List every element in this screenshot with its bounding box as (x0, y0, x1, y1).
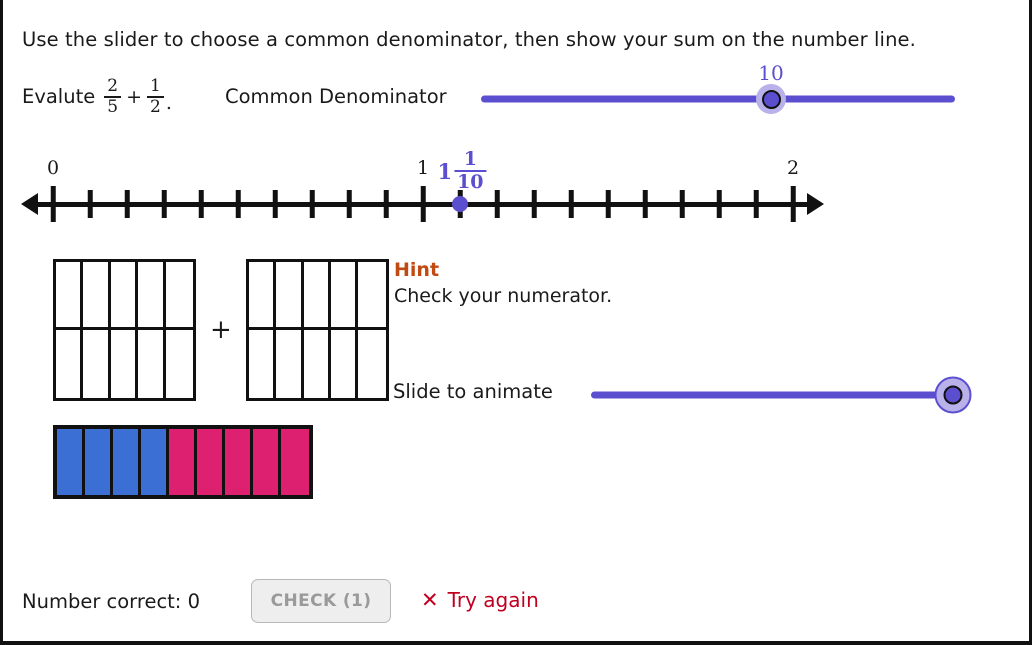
number-line-tick (235, 190, 241, 218)
animate-slider-handle[interactable] (934, 376, 972, 414)
grid-operator: + (209, 315, 232, 345)
fraction-grid-cell[interactable] (138, 330, 166, 398)
number-line-tick (87, 190, 93, 218)
fraction-grid-second[interactable] (245, 259, 389, 401)
number-line-tick (50, 186, 56, 222)
number-line-tick (753, 190, 759, 218)
common-denominator-slider-handle[interactable] (756, 84, 786, 114)
fraction-grid-cell[interactable] (276, 262, 304, 330)
number-line-tick (309, 190, 315, 218)
animate-slider-knob[interactable] (943, 385, 963, 405)
common-denominator-value: 10 (758, 61, 784, 85)
fraction-b-denominator: 2 (149, 96, 161, 117)
number-line-tick-label: 2 (786, 157, 800, 179)
arrow-right-icon (807, 193, 824, 215)
fraction-grid-cell[interactable] (358, 330, 386, 398)
result-bar-segment (225, 429, 253, 495)
result-bar (53, 425, 313, 499)
number-line-tick (716, 190, 722, 218)
problem-expression: Evalute 2 5 + 1 2 . (22, 78, 172, 116)
fraction-grid-cell[interactable] (248, 262, 277, 330)
fraction-grid-first[interactable] (53, 259, 196, 401)
common-denominator-slider-track[interactable] (481, 95, 955, 103)
fraction-b-numerator: 1 (149, 76, 161, 96)
animate-slider-track[interactable] (591, 391, 949, 399)
number-line-tick (642, 190, 648, 218)
fraction-grid-cell[interactable] (165, 330, 193, 398)
number-line-tick (124, 190, 130, 218)
fraction-grid-cell[interactable] (330, 330, 359, 398)
feedback-text: Try again (447, 588, 539, 612)
activity-canvas: Use the slider to choose a common denomi… (0, 0, 1032, 645)
marker-denominator: 10 (457, 171, 484, 193)
close-icon: ✕ (421, 587, 439, 612)
number-line-tick (161, 190, 167, 218)
number-line[interactable]: 0 1 2 1 1 10 (3, 150, 1032, 230)
feedback-message: ✕ Try again (421, 588, 539, 612)
fraction-a: 2 5 (104, 76, 122, 117)
animate-slider-label: Slide to animate (393, 380, 553, 403)
number-line-tick (494, 190, 500, 218)
result-bar-segment (253, 429, 281, 495)
fraction-grid-cell[interactable] (330, 262, 359, 330)
number-line-tick (383, 190, 389, 218)
fraction-grid-cell[interactable] (110, 330, 139, 398)
animate-slider[interactable] (591, 376, 972, 414)
marker-whole: 1 (437, 158, 453, 184)
problem-terminator: . (165, 91, 172, 114)
fraction-grid-cell[interactable] (56, 262, 84, 330)
common-denominator-slider-knob[interactable] (761, 89, 781, 109)
fraction-grid-cell[interactable] (110, 262, 139, 330)
number-line-tick-label: 1 (416, 157, 430, 179)
prompt-text: Use the slider to choose a common denomi… (22, 28, 916, 51)
hint-title: Hint (394, 259, 440, 281)
arrow-left-icon (21, 193, 38, 215)
fraction-grid-cell[interactable] (138, 262, 166, 330)
result-bar-segment (57, 429, 85, 495)
fraction-grid-cell[interactable] (358, 262, 386, 330)
result-bar-segment (197, 429, 225, 495)
number-line-tick (198, 190, 204, 218)
number-line-marker-dot[interactable] (452, 196, 468, 212)
result-bar-segment (113, 429, 141, 495)
fraction-grid-cell[interactable] (303, 330, 331, 398)
number-line-tick (420, 186, 426, 222)
number-line-tick (568, 190, 574, 218)
fraction-b: 1 2 (146, 76, 164, 117)
fraction-grid-cell[interactable] (248, 330, 277, 398)
common-denominator-label: Common Denominator (225, 85, 447, 108)
problem-lead-text: Evalute (22, 85, 96, 109)
fraction-a-denominator: 5 (107, 96, 119, 117)
fraction-grid-cell[interactable] (83, 330, 111, 398)
score-text: Number correct: 0 (22, 590, 200, 613)
fraction-grid-cell[interactable] (165, 262, 193, 330)
hint-body: Check your numerator. (394, 285, 613, 307)
result-bar-segment (169, 429, 197, 495)
number-line-tick (790, 186, 796, 222)
number-line-tick (272, 190, 278, 218)
marker-numerator: 1 (463, 148, 477, 170)
number-line-tick-label: 0 (46, 157, 60, 179)
result-bar-segment (141, 429, 169, 495)
fraction-grid-cell[interactable] (276, 330, 304, 398)
problem-operator: + (126, 85, 142, 108)
marker-fraction: 1 10 (454, 148, 487, 193)
number-line-tick (346, 190, 352, 218)
fraction-grid-cell[interactable] (56, 330, 84, 398)
number-line-tick (531, 190, 537, 218)
hint-panel: Hint Check your numerator. (394, 259, 612, 307)
fraction-grid-cell[interactable] (83, 262, 111, 330)
result-bar-segment (85, 429, 113, 495)
fraction-grid-cell[interactable] (303, 262, 331, 330)
fraction-grid-group[interactable]: + (53, 259, 389, 401)
number-line-tick (605, 190, 611, 218)
common-denominator-slider[interactable]: 10 (481, 61, 955, 114)
number-line-marker-label: 1 1 10 (437, 150, 488, 192)
fraction-a-numerator: 2 (107, 76, 119, 96)
check-button[interactable]: CHECK (1) (251, 579, 391, 623)
result-bar-segment (281, 429, 309, 495)
number-line-tick (679, 190, 685, 218)
